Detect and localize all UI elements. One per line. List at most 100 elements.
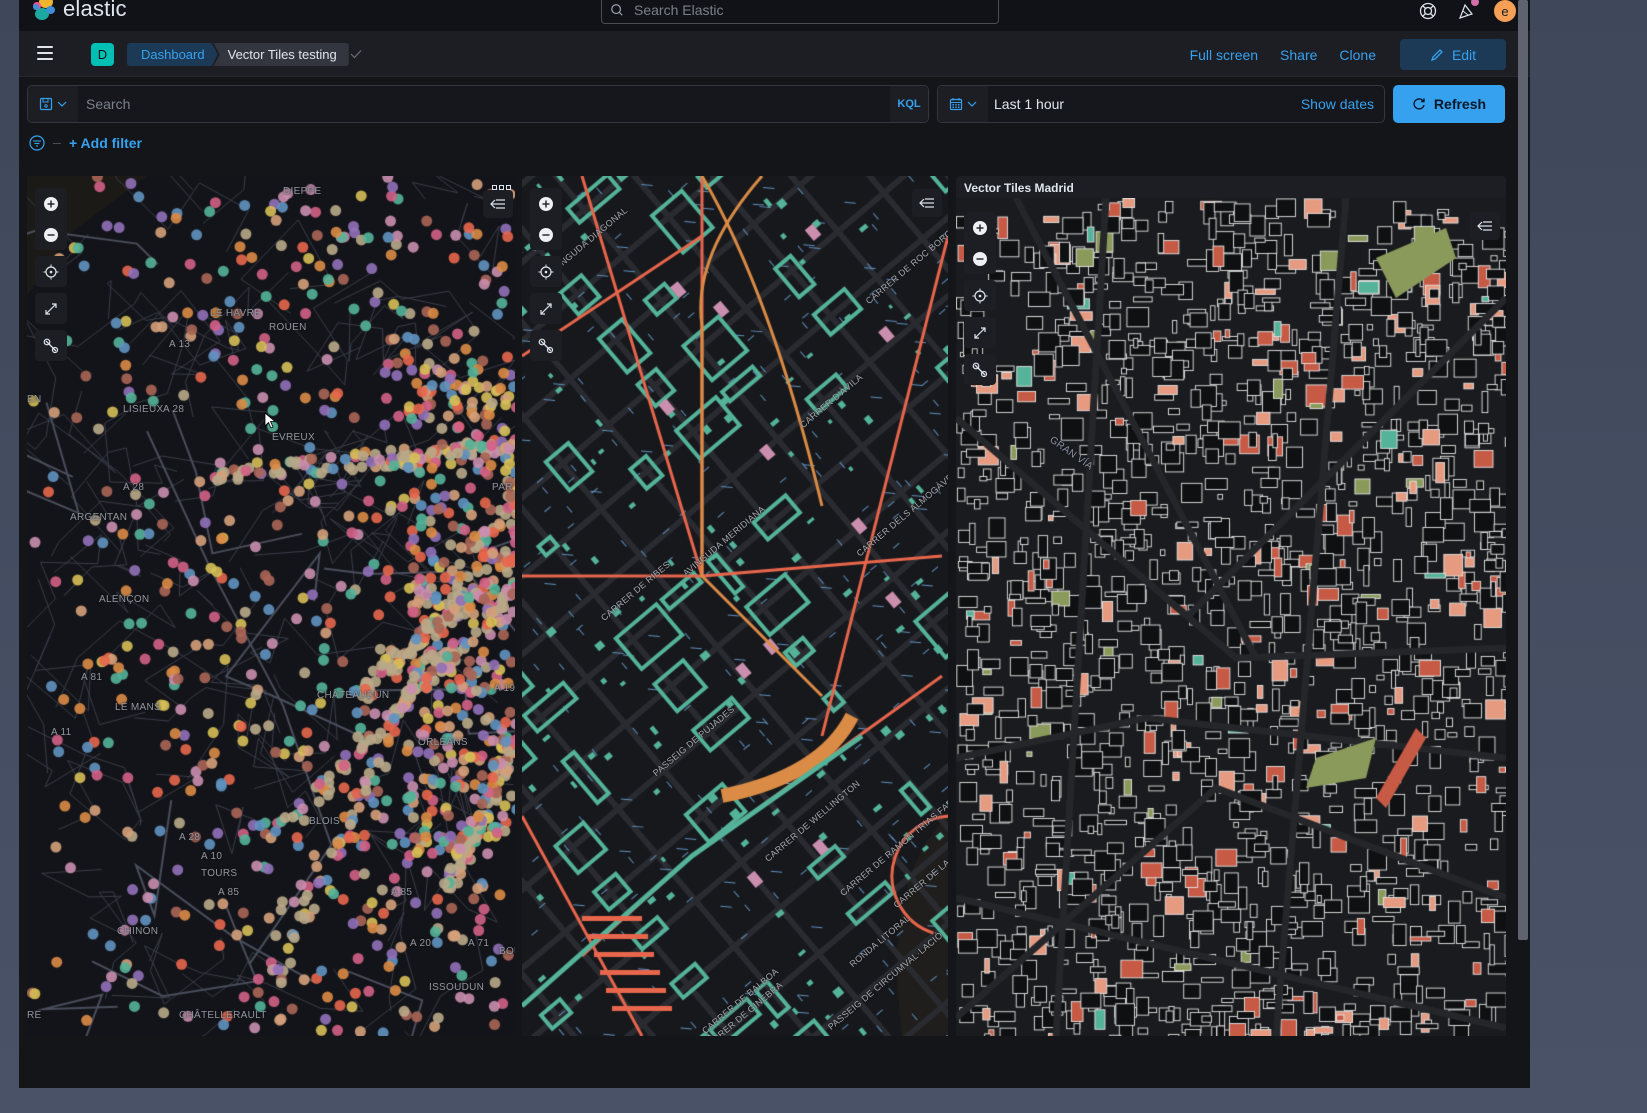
plus-icon bbox=[973, 220, 987, 235]
query-bar: KQL Last 1 hour Show dates Refresh bbox=[27, 85, 1515, 123]
expand-icon bbox=[974, 326, 986, 339]
brand-name: elastic bbox=[63, 0, 127, 21]
calendar-icon bbox=[949, 98, 963, 111]
map-controls bbox=[530, 188, 562, 361]
quick-select-button[interactable] bbox=[938, 86, 988, 122]
map-label: A 85 bbox=[218, 887, 240, 898]
query-input-group: KQL bbox=[27, 85, 929, 123]
map-panel-madrid: Vector Tiles Madrid GRAN VÍA bbox=[956, 176, 1506, 1036]
help-icon[interactable] bbox=[1418, 1, 1438, 21]
map-label: A 19 bbox=[494, 683, 515, 694]
date-picker: Last 1 hour Show dates bbox=[937, 85, 1385, 123]
layer-control-button[interactable] bbox=[483, 190, 513, 218]
zoom-in-button[interactable] bbox=[964, 212, 996, 243]
map-label: BOU bbox=[499, 946, 515, 957]
map-canvas-barcelona[interactable] bbox=[522, 176, 948, 1036]
chevron-down-icon bbox=[967, 101, 977, 107]
map-label: PAR bbox=[492, 482, 513, 493]
app-header: D Dashboard Vector Tiles testing Full sc… bbox=[19, 32, 1530, 77]
pencil-icon bbox=[1430, 48, 1443, 61]
minus-icon bbox=[973, 251, 987, 266]
fit-to-data-button[interactable] bbox=[530, 256, 562, 287]
tools-button[interactable] bbox=[35, 330, 67, 361]
map-label: BLOIS bbox=[309, 816, 340, 827]
breadcrumb: Dashboard Vector Tiles testing bbox=[127, 43, 349, 66]
layer-control-button[interactable] bbox=[1470, 212, 1500, 240]
crosshair-icon bbox=[538, 264, 554, 279]
map-label: TOURS bbox=[201, 868, 238, 879]
chevron-down-icon bbox=[57, 101, 67, 107]
map-label: A 71 bbox=[468, 938, 490, 949]
layer-control-button[interactable] bbox=[912, 189, 942, 217]
expand-icon bbox=[45, 302, 57, 315]
zoom-out-button[interactable] bbox=[964, 243, 996, 274]
breadcrumb-dashboard[interactable]: Dashboard bbox=[127, 43, 218, 66]
zoom-out-button[interactable] bbox=[35, 219, 67, 250]
edit-button[interactable]: Edit bbox=[1400, 39, 1506, 70]
mouse-cursor bbox=[264, 412, 276, 429]
wrench-icon bbox=[43, 338, 59, 353]
fit-to-data-button[interactable] bbox=[964, 280, 996, 311]
edit-label: Edit bbox=[1451, 46, 1477, 63]
map-label: ALENÇON bbox=[99, 594, 150, 605]
map-label: A 28 bbox=[163, 404, 185, 415]
filter-icon[interactable] bbox=[29, 135, 45, 151]
query-search-input[interactable] bbox=[78, 86, 890, 122]
map-label: A 28 bbox=[123, 482, 145, 493]
zoom-in-button[interactable] bbox=[530, 188, 562, 219]
query-language-button[interactable]: KQL bbox=[890, 86, 928, 122]
refresh-button[interactable]: Refresh bbox=[1393, 85, 1505, 123]
show-dates-button[interactable]: Show dates bbox=[1301, 86, 1384, 122]
expand-icon bbox=[540, 302, 552, 315]
share-button[interactable]: Share bbox=[1280, 47, 1317, 63]
map-label: CHÂTEAUDUN bbox=[317, 690, 390, 701]
map-canvas-france[interactable] bbox=[27, 176, 515, 1036]
full-screen-button[interactable]: Full screen bbox=[1190, 47, 1258, 63]
time-range-value[interactable]: Last 1 hour bbox=[988, 86, 1301, 122]
map-controls bbox=[35, 188, 67, 361]
clone-button[interactable]: Clone bbox=[1339, 47, 1376, 63]
space-avatar[interactable]: D bbox=[91, 43, 114, 66]
panel-title: Vector Tiles Madrid bbox=[964, 181, 1074, 195]
save-icon bbox=[39, 97, 53, 111]
global-search-input[interactable] bbox=[634, 1, 974, 18]
map-label: A 81 bbox=[81, 672, 103, 683]
crosshair-icon bbox=[43, 264, 59, 279]
map-label: LE HAVRE bbox=[210, 308, 262, 319]
crosshair-icon bbox=[972, 288, 988, 303]
tools-button[interactable] bbox=[530, 330, 562, 361]
map-canvas-madrid[interactable] bbox=[956, 198, 1506, 1036]
menu-icon[interactable] bbox=[37, 46, 53, 60]
elastic-logo[interactable]: elastic bbox=[33, 0, 127, 22]
map-label: CHÂTELLERAULT bbox=[179, 1010, 267, 1021]
map-label: A 28 bbox=[179, 832, 201, 843]
fullscreen-button[interactable] bbox=[964, 317, 996, 348]
map-label: EN bbox=[27, 394, 42, 405]
map-controls bbox=[964, 212, 996, 385]
map-label: ARGENTAN bbox=[70, 512, 128, 523]
map-label: DIEPPE bbox=[283, 186, 322, 197]
filter-divider bbox=[53, 142, 61, 144]
map-label: EVREUX bbox=[272, 432, 315, 443]
global-search[interactable] bbox=[601, 0, 999, 24]
zoom-in-button[interactable] bbox=[35, 188, 67, 219]
news-feed-icon[interactable] bbox=[1456, 0, 1479, 21]
kibana-window: elastic e D Dashboard Vector Tiles testi… bbox=[19, 0, 1530, 1088]
fit-to-data-button[interactable] bbox=[35, 256, 67, 287]
fullscreen-button[interactable] bbox=[35, 293, 67, 324]
add-filter-button[interactable]: + Add filter bbox=[69, 135, 142, 151]
tools-button[interactable] bbox=[964, 354, 996, 385]
fullscreen-button[interactable] bbox=[530, 293, 562, 324]
check-icon bbox=[350, 50, 362, 59]
notification-dot bbox=[1471, 0, 1479, 6]
wrench-icon bbox=[972, 362, 988, 377]
saved-query-button[interactable] bbox=[28, 86, 78, 122]
elastic-logo-icon bbox=[33, 0, 57, 22]
map-label: ORLÉANS bbox=[418, 737, 468, 748]
zoom-out-button[interactable] bbox=[530, 219, 562, 250]
map-label: A 11 bbox=[51, 727, 72, 738]
page-scrollbar[interactable] bbox=[1518, 0, 1528, 940]
user-avatar[interactable]: e bbox=[1494, 0, 1516, 22]
global-header: elastic e bbox=[19, 0, 1530, 32]
map-label: LE MANS bbox=[115, 702, 162, 713]
